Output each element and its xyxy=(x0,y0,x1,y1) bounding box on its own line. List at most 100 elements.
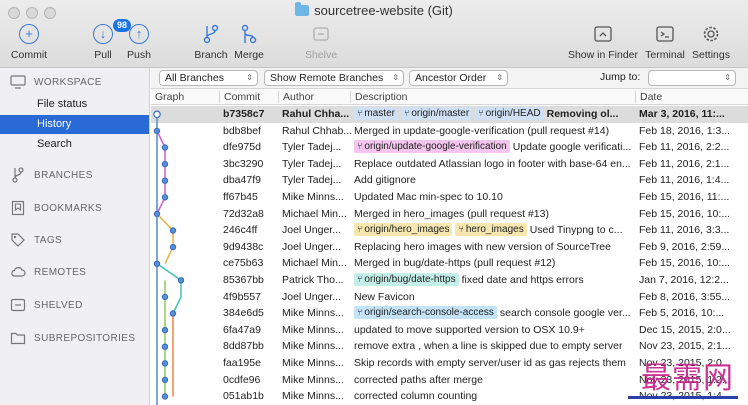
table-row[interactable]: 384e6d5 Mike Minns... origin/search-consol… xyxy=(151,305,748,322)
sidebar-section-bookmarks[interactable]: BOOKMARKS xyxy=(10,200,102,216)
commit-node[interactable] xyxy=(161,160,169,168)
table-row[interactable]: dfe975d Tyler Tadej... origin/update-googl… xyxy=(151,139,748,156)
commit-node[interactable] xyxy=(161,326,169,334)
commit-author: Mike Minns... xyxy=(282,191,344,203)
window-toolbar: sourcetree-website (Git) + Commit ↓ 98 Pu… xyxy=(0,0,748,68)
commit-node[interactable] xyxy=(169,243,177,251)
commit-hash: 8dd87bb xyxy=(223,340,264,353)
commit-node[interactable] xyxy=(161,360,169,367)
plus-icon: + xyxy=(19,24,39,44)
branch-tag[interactable]: hero_images xyxy=(455,223,527,237)
commit-node[interactable] xyxy=(161,194,169,201)
arrow-down-icon: ↓ xyxy=(93,24,113,44)
branch-tag[interactable]: origin/update-google-verification xyxy=(354,140,510,154)
commit-node[interactable] xyxy=(177,277,185,284)
branch-filter-dropdown[interactable]: All Branches ⇕ xyxy=(159,70,258,86)
commit-date: Jan 7, 2016, 12:2... xyxy=(639,274,729,286)
shelve-icon xyxy=(309,22,333,46)
branch-icon xyxy=(199,22,223,46)
commit-date: Feb 11, 2016, 1:4... xyxy=(639,174,730,187)
commit-description: Skip records with empty server/user id a… xyxy=(354,355,636,372)
column-header-date[interactable]: Date xyxy=(640,91,662,103)
table-row[interactable]: 246c4ff Joel Unger... origin/hero_imageshe… xyxy=(151,222,748,239)
gear-icon xyxy=(699,22,723,46)
table-row[interactable]: 9d9438c Joel Unger... Replacing hero image… xyxy=(151,239,748,256)
column-header-description[interactable]: Description xyxy=(355,91,408,103)
column-header-graph[interactable]: Graph xyxy=(155,91,184,103)
commit-node[interactable] xyxy=(153,127,161,135)
settings-button[interactable]: Settings xyxy=(690,22,732,61)
commit-description: Add gitignore xyxy=(354,172,636,189)
branch-tag[interactable]: origin/master xyxy=(400,107,473,120)
commit-author: Mike Minns... xyxy=(282,373,344,386)
commit-hash: 85367bb xyxy=(223,274,264,286)
commit-message: Merged in hero_images (pull request #13) xyxy=(354,207,549,220)
shelve-button[interactable]: Shelve xyxy=(303,22,339,61)
merge-button[interactable]: Merge xyxy=(232,22,266,61)
commit-node[interactable] xyxy=(161,177,169,184)
commit-node[interactable] xyxy=(161,376,169,384)
sidebar-section-shelved[interactable]: SHELVED xyxy=(10,297,83,313)
push-button[interactable]: ↑ Push xyxy=(124,22,154,61)
sort-order-dropdown[interactable]: Ancestor Order ⇕ xyxy=(409,70,508,86)
commit-author: Mike Minns... xyxy=(282,357,344,369)
commit-node[interactable] xyxy=(161,144,169,151)
chevron-updown-icon: ⇕ xyxy=(246,73,253,82)
commit-author: Mike Minns... xyxy=(282,340,344,353)
table-row[interactable]: bdb8bef Rahul Chhab... Merged in update-go… xyxy=(151,123,748,140)
commit-node[interactable] xyxy=(153,210,161,218)
table-row[interactable]: 4f9b557 Joel Unger... New Favicon Feb 8, 20… xyxy=(151,289,748,306)
commit-description: masterorigin/masterorigin/HEADRemoving o… xyxy=(354,106,636,123)
sidebar-workspace-header[interactable]: WORKSPACE xyxy=(10,74,102,90)
table-row[interactable]: 6fa47a9 Mike Minns... updated to move supp… xyxy=(151,322,748,339)
terminal-icon xyxy=(653,22,677,46)
commit-message: updated to move supported version to OSX… xyxy=(354,323,585,336)
commit-description: origin/update-google-verificationUpdate … xyxy=(354,139,636,156)
commit-message: fixed date and https errors xyxy=(461,274,584,286)
shelve-icon xyxy=(10,297,26,313)
branch-tag[interactable]: master xyxy=(354,107,398,120)
commit-hash: bdb8bef xyxy=(223,124,261,137)
remote-branches-dropdown[interactable]: Show Remote Branches ⇕ xyxy=(264,70,404,86)
sidebar-item-history[interactable]: History xyxy=(0,115,149,134)
column-header-commit[interactable]: Commit xyxy=(224,91,260,103)
watermark-logo: 最需网 xyxy=(641,361,734,396)
terminal-button[interactable]: Terminal xyxy=(644,22,686,61)
jump-to-dropdown[interactable]: ⇕ xyxy=(648,70,736,86)
commit-hash: 0cdfe96 xyxy=(223,373,261,386)
table-row[interactable]: ff67b45 Mike Minns... Updated Mac min-spec… xyxy=(151,189,748,206)
sidebar-section-branches[interactable]: BRANCHES xyxy=(10,167,93,183)
sidebar-section-subrepositories[interactable]: SUBREPOSITORIES xyxy=(10,330,135,346)
sidebar-item-file-status[interactable]: File status xyxy=(0,95,149,114)
table-row[interactable]: dba47f9 Tyler Tadej... Add gitignore Feb 11… xyxy=(151,172,748,189)
jump-to-label: Jump to: xyxy=(600,71,641,83)
branch-tag[interactable]: origin/search-console-access xyxy=(354,306,497,320)
bookmark-icon xyxy=(10,200,26,216)
commit-node[interactable] xyxy=(153,110,161,119)
commit-node[interactable] xyxy=(161,293,169,301)
pull-button[interactable]: ↓ 98 Pull xyxy=(88,19,132,61)
table-row[interactable]: ce75b63 Michael Min... Merged in bug/date-… xyxy=(151,255,748,272)
commit-button[interactable]: + Commit xyxy=(10,22,48,61)
commit-node[interactable] xyxy=(169,227,177,234)
branch-tag[interactable]: origin/bug/date-https xyxy=(354,273,459,286)
branch-button[interactable]: Branch xyxy=(193,22,229,61)
table-row[interactable]: 85367bb Patrick Tho... origin/bug/date-htt… xyxy=(151,272,748,289)
table-row[interactable]: 72d32a8 Michael Min... Merged in hero_imag… xyxy=(151,206,748,223)
show-in-finder-button[interactable]: Show in Finder xyxy=(567,22,639,61)
commit-node[interactable] xyxy=(161,393,169,400)
commit-node[interactable] xyxy=(161,343,169,350)
commit-node[interactable] xyxy=(153,260,161,267)
table-row[interactable]: b7358c7 Rahul Chha... masterorigin/mastero… xyxy=(151,106,748,123)
sidebar-section-tags[interactable]: TAGS xyxy=(10,232,62,248)
branch-tag[interactable]: origin/HEAD xyxy=(475,107,544,120)
commit-node[interactable] xyxy=(169,310,177,317)
column-header-author[interactable]: Author xyxy=(283,91,314,103)
sidebar-item-search[interactable]: Search xyxy=(0,135,149,154)
branch-tag[interactable]: origin/hero_images xyxy=(354,223,453,237)
sidebar-section-remotes[interactable]: REMOTES xyxy=(10,264,86,280)
commit-author: Tyler Tadej... xyxy=(282,157,342,170)
table-row[interactable]: 3bc3290 Tyler Tadej... Replace outdated At… xyxy=(151,156,748,173)
watermark-underline xyxy=(628,396,738,399)
commit-author: Joel Unger... xyxy=(282,240,341,253)
